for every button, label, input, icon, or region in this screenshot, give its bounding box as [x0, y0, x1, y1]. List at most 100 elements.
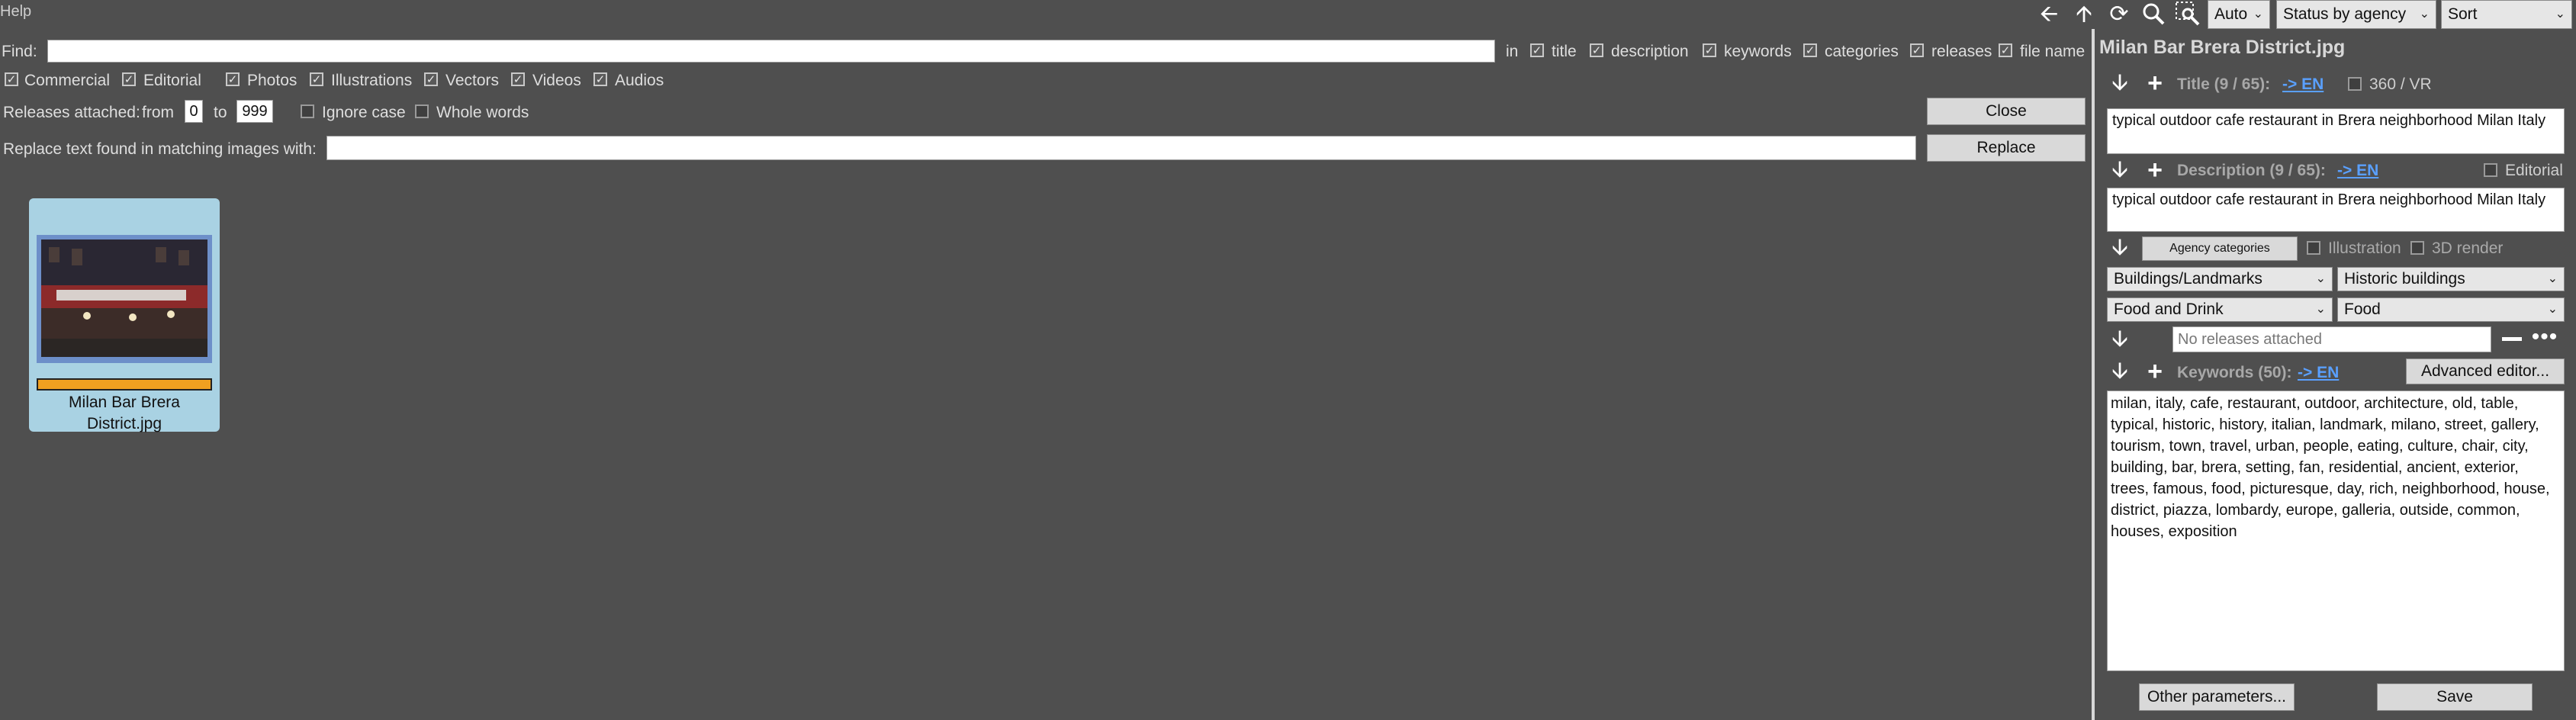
panel-divider[interactable]: [2092, 29, 2095, 720]
from-label: from: [142, 104, 174, 121]
releases-from-input[interactable]: 0: [185, 100, 203, 123]
3d-render-label: 3D render: [2432, 239, 2504, 257]
checkbox-whole-words[interactable]: [415, 104, 429, 118]
chevron-down-icon: ⌄: [2547, 272, 2558, 285]
type-videos: Videos: [532, 72, 581, 89]
type-commercial: Commercial: [24, 72, 111, 89]
releases-attached-label: Releases attached:: [3, 104, 140, 121]
arrow-down-icon[interactable]: 🡫: [2108, 358, 2131, 384]
close-button[interactable]: Close: [1927, 98, 2086, 125]
title-lang-link[interactable]: -> EN: [2282, 76, 2324, 94]
type-vectors: Vectors: [445, 72, 500, 89]
find-in-label: in: [1506, 43, 1519, 60]
agency-categories-button[interactable]: Agency categories: [2142, 236, 2298, 261]
checkbox-illustration[interactable]: [2307, 241, 2320, 255]
replace-input[interactable]: [326, 136, 1916, 160]
thumbnail-image: [41, 239, 207, 357]
type-editorial: Editorial: [143, 72, 201, 89]
type-photos: Photos: [247, 72, 297, 89]
plus-icon[interactable]: +: [2143, 358, 2166, 384]
checkbox-vectors[interactable]: ✓: [424, 72, 438, 86]
find-input[interactable]: [47, 40, 1495, 63]
keywords-lang-link[interactable]: -> EN: [2298, 364, 2339, 382]
description-lang-link[interactable]: -> EN: [2337, 162, 2378, 180]
status-bar: [37, 378, 212, 391]
minus-icon[interactable]: [2502, 337, 2522, 341]
help-menu[interactable]: Help: [0, 3, 31, 21]
whole-words-label: Whole words: [436, 104, 529, 121]
mode-select[interactable]: Auto ⌄: [2208, 0, 2270, 29]
chevron-down-icon: ⌄: [2315, 272, 2326, 285]
other-parameters-button[interactable]: Other parameters...: [2139, 683, 2295, 711]
checkbox-videos[interactable]: ✓: [511, 72, 525, 86]
plus-icon[interactable]: +: [2143, 70, 2166, 96]
checkbox-file-name[interactable]: ✓: [1999, 43, 2012, 57]
find-field-description: description: [1611, 43, 1689, 60]
search-icon[interactable]: [2140, 0, 2166, 27]
category-select-3[interactable]: Food and Drink ⌄: [2107, 297, 2333, 322]
keywords-label: Keywords (50):: [2177, 364, 2292, 381]
replace-button[interactable]: Replace: [1927, 134, 2086, 162]
chevron-down-icon: ⌄: [2547, 303, 2558, 316]
category-select-1[interactable]: Buildings/Landmarks ⌄: [2107, 267, 2333, 291]
category-select-4[interactable]: Food ⌄: [2337, 297, 2565, 322]
checkbox-360-vr[interactable]: [2348, 77, 2362, 91]
sort-select[interactable]: Sort ⌄: [2441, 0, 2572, 29]
save-button[interactable]: Save: [2377, 683, 2533, 711]
select-similar-icon[interactable]: [2174, 0, 2201, 27]
checkbox-description[interactable]: ✓: [1590, 43, 1603, 57]
find-field-categories: categories: [1825, 43, 1899, 60]
chevron-down-icon: ⌄: [2315, 303, 2326, 316]
vr-label: 360 / VR: [2369, 76, 2432, 93]
find-field-keywords: keywords: [1724, 43, 1792, 60]
thumbnail-filename-line2: District.jpg: [86, 415, 162, 432]
releases-to-input[interactable]: 999: [236, 100, 273, 123]
more-icon[interactable]: •••: [2529, 326, 2560, 351]
chevron-down-icon: ⌄: [2555, 8, 2565, 21]
checkbox-editorial-panel[interactable]: [2484, 163, 2497, 177]
checkbox-photos[interactable]: ✓: [226, 72, 240, 86]
illustration-label: Illustration: [2328, 239, 2401, 257]
thumbnail-frame: [37, 235, 212, 363]
plus-icon[interactable]: +: [2143, 157, 2166, 183]
arrow-down-icon[interactable]: 🡫: [2108, 157, 2131, 183]
checkbox-ignore-case[interactable]: [301, 104, 314, 118]
panel-filename: Milan Bar Brera District.jpg: [2099, 37, 2346, 58]
checkbox-releases[interactable]: ✓: [1910, 43, 1924, 57]
advanced-editor-button[interactable]: Advanced editor...: [2406, 358, 2565, 384]
title-textarea[interactable]: typical outdoor cafe restaurant in Brera…: [2107, 108, 2565, 154]
checkbox-title[interactable]: ✓: [1530, 43, 1544, 57]
refresh-icon[interactable]: ⟳: [2107, 2, 2131, 27]
checkbox-illustrations[interactable]: ✓: [310, 72, 323, 86]
find-field-file-name: file name: [2020, 43, 2086, 60]
thumbnail-card[interactable]: Milan Bar Brera District.jpg: [29, 198, 220, 432]
ignore-case-label: Ignore case: [322, 104, 406, 121]
arrow-down-icon[interactable]: 🡫: [2108, 70, 2131, 96]
description-textarea[interactable]: typical outdoor cafe restaurant in Brera…: [2107, 188, 2565, 232]
checkbox-editorial[interactable]: ✓: [122, 72, 136, 86]
checkbox-categories[interactable]: ✓: [1803, 43, 1817, 57]
arrow-down-icon[interactable]: 🡫: [2108, 235, 2131, 261]
checkbox-commercial[interactable]: ✓: [5, 72, 18, 86]
find-field-releases: releases: [1931, 43, 1992, 60]
checkbox-audios[interactable]: ✓: [593, 72, 607, 86]
find-field-title: title: [1552, 43, 1577, 60]
checkbox-3d-render[interactable]: [2410, 241, 2424, 255]
replace-label: Replace text found in matching images wi…: [3, 140, 317, 158]
type-illustrations: Illustrations: [331, 72, 413, 89]
status-select[interactable]: Status by agency ⌄: [2276, 0, 2436, 29]
category-select-2[interactable]: Historic buildings ⌄: [2337, 267, 2565, 291]
thumbnail-filename: Milan Bar Brera District.jpg: [29, 392, 220, 435]
thumbnail-filename-line1: Milan Bar Brera: [69, 394, 180, 411]
find-label: Find:: [2, 43, 37, 60]
releases-input[interactable]: No releases attached: [2172, 326, 2491, 352]
arrow-down-icon[interactable]: 🡫: [2108, 326, 2131, 352]
editorial-label: Editorial: [2505, 162, 2563, 179]
arrow-up-icon[interactable]: 🡩: [2072, 2, 2096, 27]
type-audios: Audios: [615, 72, 664, 89]
chevron-down-icon: ⌄: [2419, 8, 2430, 21]
keywords-textarea[interactable]: milan, italy, cafe, restaurant, outdoor,…: [2107, 391, 2565, 671]
title-label: Title (9 / 65):: [2177, 76, 2271, 93]
checkbox-keywords[interactable]: ✓: [1703, 43, 1716, 57]
arrow-left-icon[interactable]: 🡨: [2037, 2, 2061, 27]
